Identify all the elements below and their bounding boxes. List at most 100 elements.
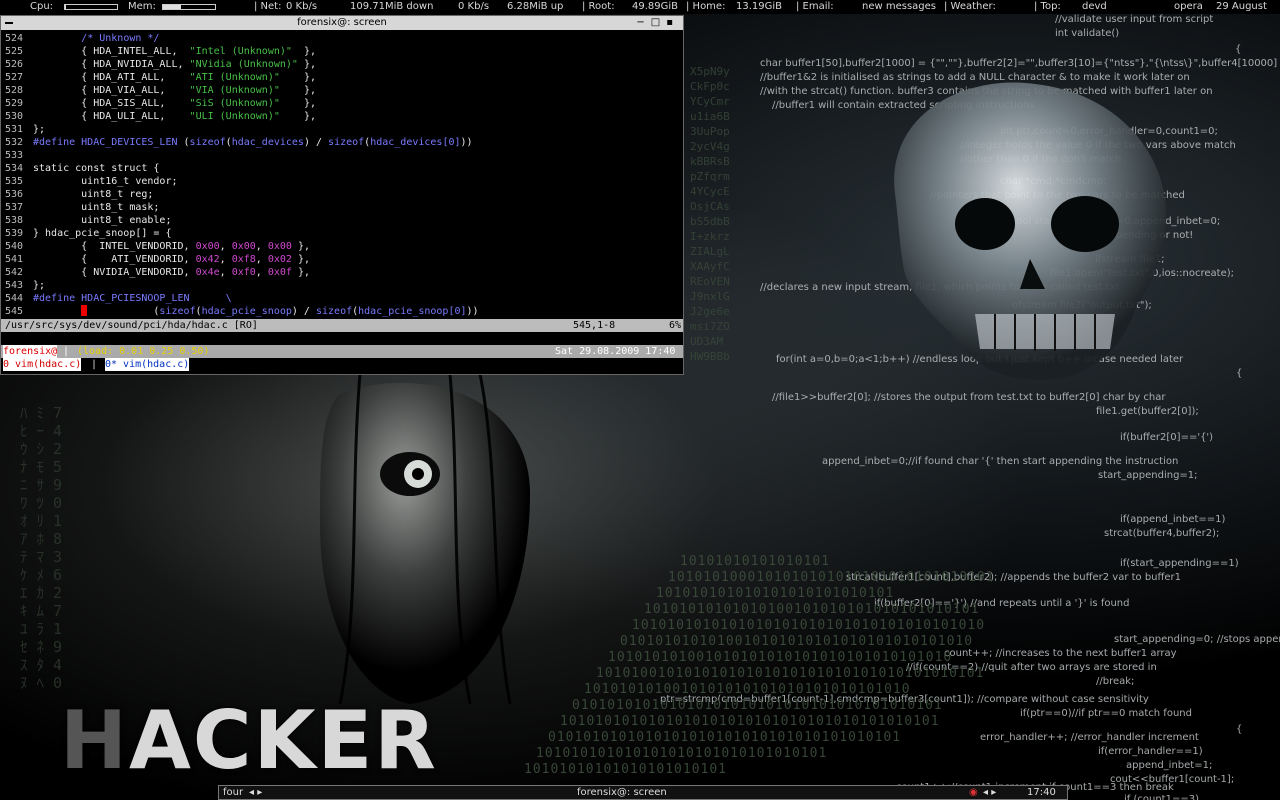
window-menu-icon[interactable] xyxy=(5,22,13,24)
code-line: 525 { HDA_INTEL_ALL, "Intel (Unknown)" }… xyxy=(5,45,681,58)
hacker-title-rest: ACKER xyxy=(128,694,438,787)
line-number: 538 xyxy=(5,215,24,226)
top-status-bar: Cpu: Mem: | Net: 0 Kb/s 109.71MiB down 0… xyxy=(0,0,1280,14)
cpu-meter xyxy=(64,4,118,10)
code-line: 524 /* Unknown */ xyxy=(5,32,681,45)
hacker-title-dim-letter: H xyxy=(60,694,129,787)
screen-tab-0[interactable]: 0 vim(hdac.c) xyxy=(3,358,82,371)
code-line: 545 (sizeof(hdac_pcie_snoop) / sizeof(hd… xyxy=(5,305,681,318)
minimize-icon[interactable]: − xyxy=(636,17,650,28)
line-number: 543 xyxy=(5,280,24,291)
binary-overlay-line: 101010101001010101010101010101010101010 xyxy=(608,650,953,665)
code-overlay-line: count++; //increases to the next buffer1… xyxy=(944,648,1177,659)
code-line: 541 { ATI_VENDORID, 0x42, 0xf8, 0x02 }, xyxy=(5,253,681,266)
screen-datetime: Sat 29.08.2009 17:40 xyxy=(555,346,676,357)
workspace-arrows[interactable]: ◂ ▸ xyxy=(249,786,262,799)
code-text: { ATI_VENDORID, 0x42, 0xf8, 0x02 }, xyxy=(33,254,310,265)
code-text: }; xyxy=(33,280,46,291)
maximize-icon[interactable]: □ xyxy=(651,17,666,28)
binary-overlay-line: 1010101010101010101010101010101010101010… xyxy=(560,714,940,729)
code-line: 529 { HDA_SIS_ALL, "SiS (Unknown)" }, xyxy=(5,97,681,110)
code-line: 534 static const struct { xyxy=(5,162,681,175)
line-number: 545 xyxy=(5,306,24,317)
code-overlay-line: //file1>>buffer2[0]; //stores the output… xyxy=(772,392,1166,403)
terminal-titlebar[interactable]: forensix@: screen −□▪ xyxy=(1,16,683,30)
binary-overlay-line: 101010101010101010101010101010101 xyxy=(536,746,828,761)
mem-meter xyxy=(162,4,216,10)
tray-icon[interactable]: ◉ xyxy=(969,786,978,799)
line-number: 539 xyxy=(5,228,24,239)
code-text: { INTEL_VENDORID, 0x00, 0x00, 0x00 }, xyxy=(33,241,310,252)
line-number: 529 xyxy=(5,98,24,109)
root-label: | Root: xyxy=(582,1,615,12)
top-process-2: opera xyxy=(1174,1,1203,12)
code-editor[interactable]: 524 /* Unknown */525 { HDA_INTEL_ALL, "I… xyxy=(5,32,681,318)
line-number: 532 xyxy=(5,137,24,148)
weather-label: | Weather: xyxy=(944,1,996,12)
close-icon[interactable]: ▪ xyxy=(666,17,679,28)
line-number: 525 xyxy=(5,46,24,57)
screen-hardstatus: forensix@ | (load: 0.01 0.25 0.50) Sat 2… xyxy=(1,345,683,358)
top-label: | Top: xyxy=(1034,1,1061,12)
line-number: 527 xyxy=(5,72,24,83)
vim-file: /usr/src/sys/dev/sound/pci/hda/hdac.c [R… xyxy=(5,320,258,331)
vim-statusline: /usr/src/sys/dev/sound/pci/hda/hdac.c [R… xyxy=(1,319,683,332)
code-text: } hdac_pcie_snoop[] = { xyxy=(33,228,172,239)
line-number: 544 xyxy=(5,293,24,304)
skull-image xyxy=(894,82,1167,380)
binary-overlay-line: 0101010101010101010101010101010101010101… xyxy=(572,698,943,713)
code-line: 532 #define HDAC_DEVICES_LEN (sizeof(hdac… xyxy=(5,136,681,149)
task-title[interactable]: forensix@: screen xyxy=(577,786,667,799)
code-line: 539 } hdac_pcie_snoop[] = { xyxy=(5,227,681,240)
terminal-title: forensix@: screen xyxy=(297,17,387,28)
code-text: /* Unknown */ xyxy=(81,33,160,44)
code-line: 540 { INTEL_VENDORID, 0x00, 0x00, 0x00 }… xyxy=(5,240,681,253)
code-overlay-line: append_inbet=0;//if found char '{' then … xyxy=(822,456,1179,467)
line-number: 535 xyxy=(5,176,24,187)
code-overlay-line: if(error_handler==1) xyxy=(1098,746,1203,757)
mem-label: Mem: xyxy=(128,1,156,12)
code-overlay-line: if(append_inbet==1) xyxy=(1120,514,1226,525)
screen-sep: | xyxy=(57,346,76,357)
code-line: 526 { HDA_NVIDIA_ALL, "NVidia (Unknown)"… xyxy=(5,58,681,71)
binary-overlay-line: 1010100101010101010101010101010101010101… xyxy=(596,666,985,681)
code-text: { HDA_ATI_ALL, "ATI (Unknown)" }, xyxy=(33,72,316,83)
line-number: 530 xyxy=(5,111,24,122)
date: 29 August xyxy=(1216,1,1267,12)
binary-overlay-line: 1010101000101010101010101010101010101 xyxy=(668,570,995,585)
line-number: 542 xyxy=(5,267,24,278)
terminal-window[interactable]: forensix@: screen −□▪ 524 /* Unknown */5… xyxy=(0,15,684,375)
code-text: { HDA_SIS_ALL, "SiS (Unknown)" }, xyxy=(33,98,316,109)
code-overlay-line: { xyxy=(1235,44,1242,55)
code-text: { HDA_VIA_ALL, "VIA (Unknown)" }, xyxy=(33,85,316,96)
code-overlay-line: //validate user input from script xyxy=(1055,14,1214,25)
net-down-total: 109.71MiB down xyxy=(350,1,434,12)
code-line: 531}; xyxy=(5,123,681,136)
code-text: }; xyxy=(33,124,46,135)
code-overlay-line: { xyxy=(1236,368,1243,379)
code-line: 536 uint8_t reg; xyxy=(5,188,681,201)
net-down-rate: 0 Kb/s xyxy=(286,1,318,12)
line-number: 540 xyxy=(5,241,24,252)
code-text: static const struct { xyxy=(33,163,160,174)
code-line: 543}; xyxy=(5,279,681,292)
code-text: #define HDAC_PCIESNOOP_LEN \ xyxy=(33,293,232,304)
code-line: 535 uint16_t vendor; xyxy=(5,175,681,188)
code-text: uint16_t vendor; xyxy=(33,176,178,187)
workspace-name[interactable]: four xyxy=(223,786,243,799)
line-number: 528 xyxy=(5,85,24,96)
screen-tab-1-active[interactable]: 0* vim(hdac.c) xyxy=(105,358,190,371)
code-line: 542 { NVIDIA_VENDORID, 0x4e, 0xf0, 0x0f … xyxy=(5,266,681,279)
vim-position: 545,1-8 xyxy=(573,320,616,331)
home-label: | Home: xyxy=(686,1,726,12)
binary-overlay-line: 0101010101010010101010101010101010101010 xyxy=(620,634,974,649)
cpu-label: Cpu: xyxy=(30,1,54,12)
binary-overlay-line: 10101010101010100101010101010101010101 xyxy=(644,602,980,617)
task-arrows[interactable]: ◂ ▸ xyxy=(983,786,996,799)
code-text: (sizeof(hdac_pcie_snoop) / sizeof(hdac_p… xyxy=(33,305,479,317)
screen-window-list[interactable]: 0 vim(hdac.c) | 0* vim(hdac.c) xyxy=(1,358,683,371)
binary-overlay-line: 1010101010101010101010101010101010101010 xyxy=(632,618,986,633)
window-buttons[interactable]: −□▪ xyxy=(636,16,679,30)
screen-tab-sep: | xyxy=(85,359,104,370)
screen-host: forensix@ xyxy=(3,345,58,358)
